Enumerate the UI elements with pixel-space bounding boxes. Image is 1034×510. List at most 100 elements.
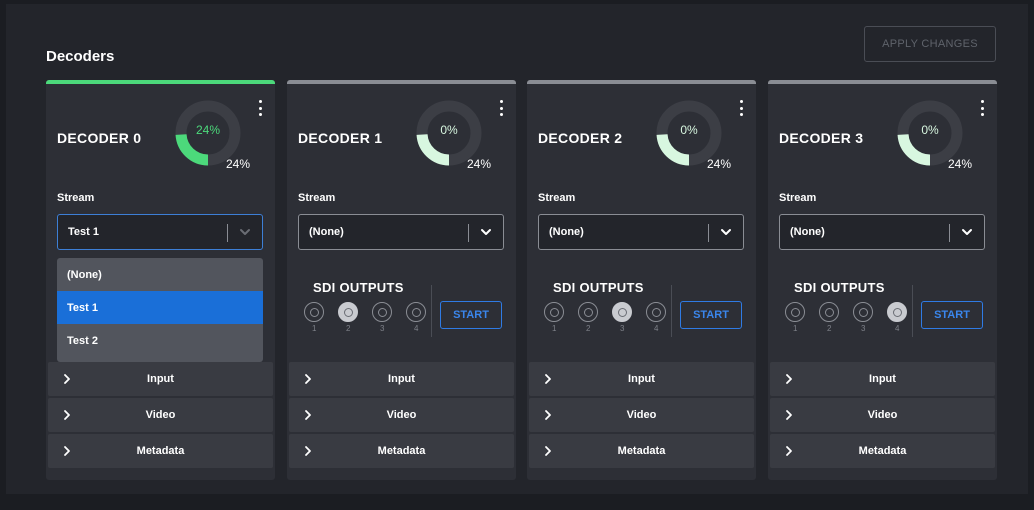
stream-select[interactable]: Test 1 — [57, 214, 263, 250]
sdi-outputs-title: SDI OUTPUTS — [794, 280, 885, 295]
stream-select-value: Test 1 — [68, 226, 99, 238]
sdi-ring-icon — [411, 307, 421, 317]
sdi-outputs-row: 1 2 3 4 — [544, 302, 680, 333]
sdi-output: 4 — [646, 302, 680, 333]
sdi-outputs-row: 1 2 3 4 — [785, 302, 921, 333]
page-title: Decoders — [46, 48, 115, 65]
sdi-divider — [912, 285, 913, 337]
sdi-output: 2 — [819, 302, 853, 333]
decoder-title: DECODER 2 — [538, 130, 623, 146]
accordion-label: Input — [628, 373, 655, 385]
decoders-panel: Decoders APPLY CHANGES DECODER 0 24% 24% St… — [6, 4, 1028, 494]
chevron-down-icon — [962, 229, 972, 235]
accordion-input[interactable]: Input — [48, 362, 273, 396]
sdi-output-number: 3 — [380, 324, 385, 333]
sdi-ring-icon — [377, 307, 387, 317]
accordion-video[interactable]: Video — [529, 398, 754, 432]
card-status-bar — [527, 80, 756, 84]
select-separator — [708, 224, 709, 242]
sdi-output-number: 4 — [654, 324, 659, 333]
stream-label: Stream — [538, 192, 576, 204]
sdi-output: 3 — [372, 302, 406, 333]
accordion-metadata[interactable]: Metadata — [48, 434, 273, 468]
more-options-icon[interactable] — [257, 100, 263, 116]
chevron-right-icon — [305, 374, 311, 384]
sdi-ring-icon — [549, 307, 559, 317]
sdi-output-toggle[interactable] — [612, 302, 632, 322]
accordion-input[interactable]: Input — [289, 362, 514, 396]
sdi-ring-icon — [343, 307, 353, 317]
sdi-output-toggle[interactable] — [304, 302, 324, 322]
sdi-output-number: 3 — [620, 324, 625, 333]
stream-select-value: (None) — [309, 226, 344, 238]
accordion-label: Video — [145, 409, 176, 421]
more-options-icon[interactable] — [498, 100, 504, 116]
accordion-metadata[interactable]: Metadata — [289, 434, 514, 468]
dropdown-option[interactable]: (None) — [57, 258, 263, 291]
select-separator — [227, 224, 228, 242]
stream-select[interactable]: (None) — [779, 214, 985, 250]
chevron-down-icon — [240, 229, 250, 235]
accordion-input[interactable]: Input — [770, 362, 995, 396]
apply-changes-button[interactable]: APPLY CHANGES — [864, 26, 996, 62]
sdi-output-toggle[interactable] — [819, 302, 839, 322]
accordion-label: Video — [386, 409, 417, 421]
sdi-output-toggle[interactable] — [372, 302, 392, 322]
sdi-output-toggle[interactable] — [785, 302, 805, 322]
stream-select[interactable]: (None) — [538, 214, 744, 250]
accordion-metadata[interactable]: Metadata — [770, 434, 995, 468]
sdi-ring-icon — [858, 307, 868, 317]
accordion-video[interactable]: Video — [289, 398, 514, 432]
chevron-down-icon — [481, 229, 491, 235]
gauge-subvalue: 24% — [226, 157, 251, 171]
start-button[interactable]: START — [440, 301, 502, 329]
accordion-metadata[interactable]: Metadata — [529, 434, 754, 468]
dropdown-option[interactable]: Test 1 — [57, 291, 263, 324]
sdi-output-toggle[interactable] — [544, 302, 564, 322]
sdi-output-number: 4 — [414, 324, 419, 333]
chevron-right-icon — [64, 374, 70, 384]
sdi-ring-icon — [617, 307, 627, 317]
gauge-subvalue: 24% — [948, 157, 973, 171]
card-status-bar — [768, 80, 997, 84]
chevron-right-icon — [64, 446, 70, 456]
sdi-output: 2 — [578, 302, 612, 333]
sdi-output-number: 2 — [827, 324, 832, 333]
accordion-input[interactable]: Input — [529, 362, 754, 396]
stream-label: Stream — [57, 192, 95, 204]
sdi-output-toggle[interactable] — [578, 302, 598, 322]
accordion-video[interactable]: Video — [770, 398, 995, 432]
sdi-output-toggle[interactable] — [338, 302, 358, 322]
accordion-label: Input — [147, 373, 174, 385]
decoder-title: DECODER 1 — [298, 130, 383, 146]
sdi-ring-icon — [892, 307, 902, 317]
accordion-video[interactable]: Video — [48, 398, 273, 432]
sdi-output-toggle[interactable] — [853, 302, 873, 322]
chevron-right-icon — [64, 410, 70, 420]
sdi-output-toggle[interactable] — [887, 302, 907, 322]
sdi-outputs-title: SDI OUTPUTS — [553, 280, 644, 295]
stream-select[interactable]: (None) — [298, 214, 504, 250]
sdi-ring-icon — [790, 307, 800, 317]
accordion-label: Input — [388, 373, 415, 385]
chevron-right-icon — [545, 410, 551, 420]
sdi-output-toggle[interactable] — [406, 302, 426, 322]
chevron-right-icon — [786, 374, 792, 384]
start-button[interactable]: START — [921, 301, 983, 329]
stream-dropdown-menu: (None) Test 1 Test 2 — [57, 258, 263, 362]
card-status-bar — [46, 80, 275, 84]
more-options-icon[interactable] — [979, 100, 985, 116]
decoder-card: DECODER 3 0% 24% Stream (None) SDI OUTPUTS 1 2 3… — [768, 80, 997, 480]
dropdown-option[interactable]: Test 2 — [57, 324, 263, 357]
chevron-right-icon — [305, 446, 311, 456]
sdi-outputs-title: SDI OUTPUTS — [313, 280, 404, 295]
more-options-icon[interactable] — [738, 100, 744, 116]
sdi-output: 1 — [544, 302, 578, 333]
sdi-output-toggle[interactable] — [646, 302, 666, 322]
sdi-ring-icon — [309, 307, 319, 317]
start-button[interactable]: START — [680, 301, 742, 329]
sdi-output: 3 — [612, 302, 646, 333]
stream-select-value: (None) — [790, 226, 825, 238]
stream-label: Stream — [779, 192, 817, 204]
chevron-right-icon — [305, 410, 311, 420]
